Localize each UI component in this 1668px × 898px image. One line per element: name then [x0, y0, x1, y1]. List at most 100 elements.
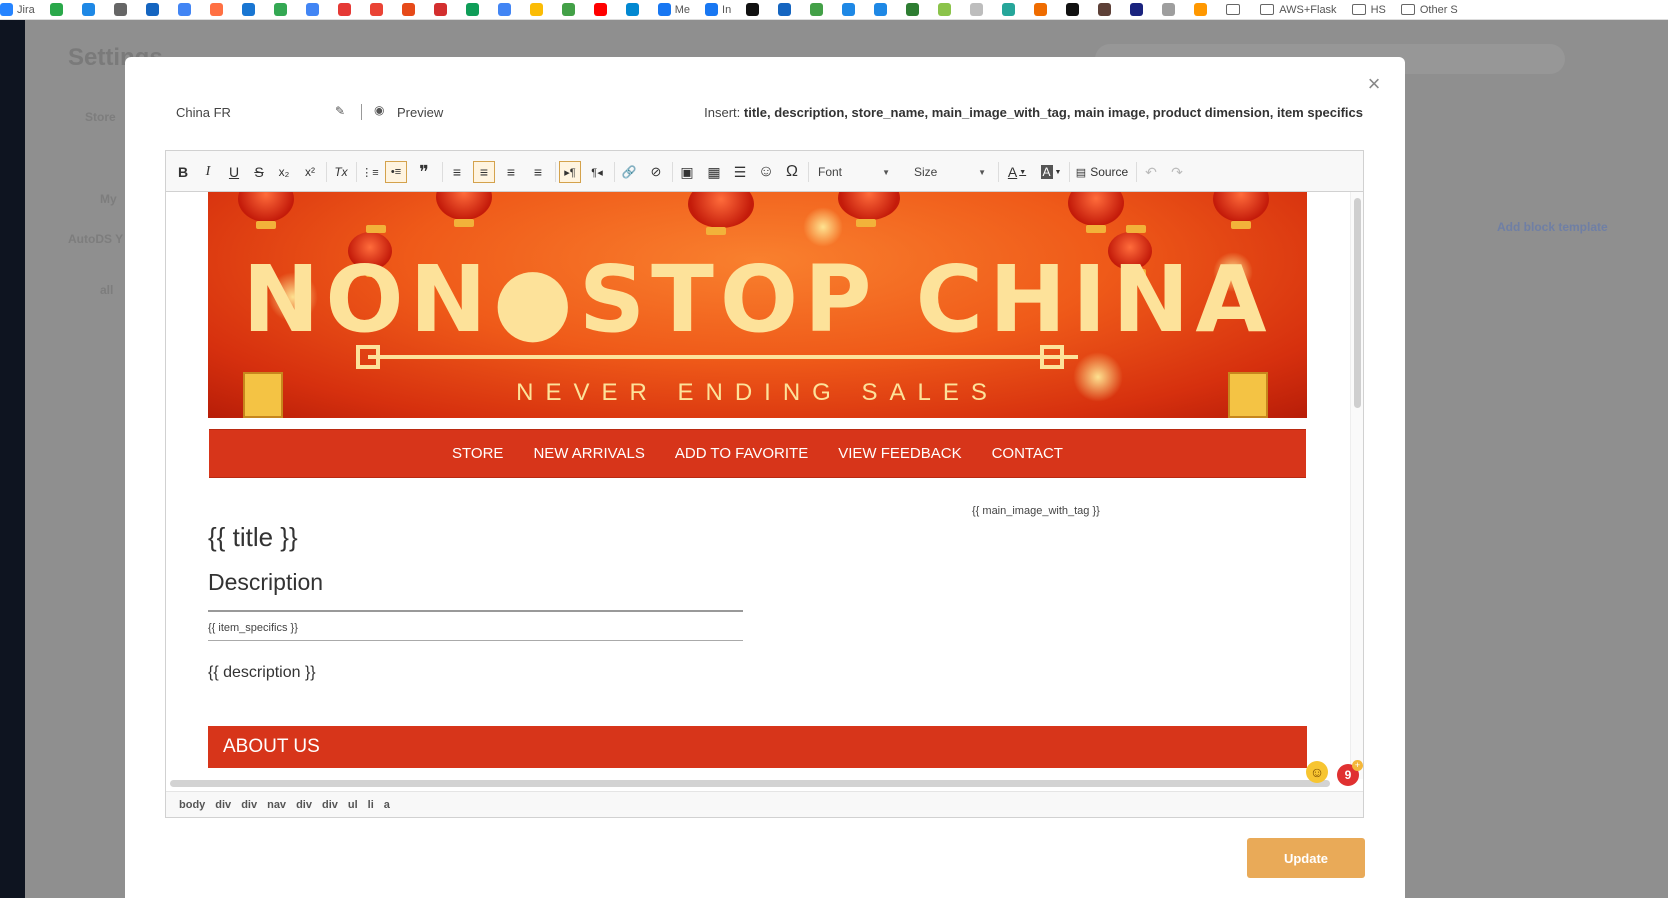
unlink-icon[interactable]: ⊘ — [645, 161, 667, 183]
table-icon[interactable]: ▦ — [703, 161, 725, 183]
bookmark-item[interactable] — [625, 2, 643, 18]
bookmark-item[interactable]: In — [705, 2, 731, 18]
bookmark-item[interactable] — [81, 2, 99, 18]
path-element-li[interactable]: li — [368, 799, 374, 811]
bookmark-item[interactable] — [1162, 2, 1179, 18]
bookmark-item[interactable] — [970, 2, 987, 18]
vertical-scroll-thumb[interactable] — [1354, 198, 1361, 408]
font-size-select[interactable]: Size ▼ — [908, 161, 992, 183]
bookmark-item[interactable] — [1034, 2, 1051, 18]
underline-button[interactable]: U — [223, 161, 245, 183]
font-family-select[interactable]: Font ▼ — [812, 161, 896, 183]
insert-label: Insert: — [704, 105, 741, 120]
bookmark-folder[interactable]: Other S — [1400, 2, 1458, 18]
horizontal-line-icon[interactable]: ☰ — [729, 161, 751, 183]
vertical-scrollbar[interactable] — [1350, 192, 1363, 779]
image-icon[interactable]: ▣ — [676, 161, 698, 183]
bookmark-item[interactable] — [1066, 2, 1083, 18]
text-color-button[interactable]: A ▼ — [1002, 161, 1032, 183]
bookmark-folder[interactable] — [1226, 2, 1245, 18]
source-button[interactable]: ▤ Source — [1073, 161, 1131, 183]
path-element-div[interactable]: div — [322, 799, 338, 811]
bookmark-folder[interactable]: HS — [1351, 2, 1386, 18]
bookmark-item[interactable] — [561, 2, 579, 18]
nav-link-view-feedback[interactable]: VIEW FEEDBACK — [838, 445, 961, 462]
bookmark-item[interactable] — [305, 2, 323, 18]
align-center-button[interactable]: ≡ — [473, 161, 495, 183]
bookmark-item[interactable] — [746, 2, 763, 18]
bookmark-item[interactable] — [593, 2, 611, 18]
align-right-button[interactable]: ≡ — [500, 161, 522, 183]
bookmark-item[interactable] — [1002, 2, 1019, 18]
preview-button[interactable]: Preview — [397, 105, 443, 120]
pencil-icon[interactable]: ✎ — [335, 104, 345, 118]
nav-link-add-to-favorite[interactable]: ADD TO FAVORITE — [675, 445, 808, 462]
bookmark-item[interactable] — [401, 2, 419, 18]
bookmark-item[interactable] — [529, 2, 547, 18]
path-element-ul[interactable]: ul — [348, 799, 358, 811]
eye-icon[interactable]: ◉ — [374, 103, 384, 117]
strikethrough-button[interactable]: S — [248, 161, 270, 183]
bookmark-item[interactable] — [433, 2, 451, 18]
bookmark-item[interactable] — [49, 2, 67, 18]
undo-icon[interactable]: ↶ — [1140, 161, 1162, 183]
bookmark-item[interactable]: Jira — [0, 2, 35, 18]
editor-content[interactable]: NON●STOP CHINA NEVER ENDING SALES STORE … — [166, 192, 1363, 779]
blockquote-button[interactable]: ❞ — [413, 161, 435, 183]
bookmark-item[interactable] — [1098, 2, 1115, 18]
text-direction-ltr-button[interactable]: ▸¶ — [559, 161, 581, 183]
path-element-div[interactable]: div — [296, 799, 312, 811]
update-button[interactable]: Update — [1247, 838, 1365, 878]
close-icon[interactable]: × — [1364, 73, 1384, 95]
numbered-list-button[interactable]: ⋮≡ — [359, 161, 381, 183]
bookmark-item[interactable] — [1194, 2, 1211, 18]
nav-link-new-arrivals[interactable]: NEW ARRIVALS — [533, 445, 644, 462]
bookmark-folder[interactable]: AWS+Flask — [1260, 2, 1337, 18]
justify-button[interactable]: ≡ — [527, 161, 549, 183]
bookmark-item[interactable]: Me — [657, 2, 690, 18]
bookmark-item[interactable] — [273, 2, 291, 18]
insert-fields-list[interactable]: title, description, store_name, main_ima… — [744, 105, 1363, 120]
italic-button[interactable]: I — [197, 161, 219, 183]
bookmark-item[interactable] — [842, 2, 859, 18]
bookmark-item[interactable] — [209, 2, 227, 18]
text-color-icon: A — [1007, 164, 1018, 180]
bookmark-item[interactable] — [906, 2, 923, 18]
path-element-nav[interactable]: nav — [267, 799, 286, 811]
bookmark-item[interactable] — [465, 2, 483, 18]
horizontal-scroll-thumb[interactable] — [170, 780, 1330, 787]
horizontal-scrollbar[interactable] — [170, 779, 1350, 788]
bookmark-item[interactable] — [1130, 2, 1147, 18]
bookmark-item[interactable] — [145, 2, 163, 18]
bookmark-item[interactable] — [337, 2, 355, 18]
bookmark-item[interactable] — [938, 2, 955, 18]
bookmark-item[interactable] — [497, 2, 515, 18]
redo-icon[interactable]: ↷ — [1166, 161, 1188, 183]
background-color-button[interactable]: A ▼ — [1036, 161, 1066, 183]
smiley-icon[interactable]: ☺ — [755, 161, 777, 183]
remove-format-button[interactable]: Tx — [330, 161, 352, 183]
align-left-button[interactable]: ≡ — [446, 161, 468, 183]
template-name[interactable]: China FR — [176, 105, 231, 120]
text-direction-rtl-button[interactable]: ¶◂ — [586, 161, 608, 183]
path-element-div[interactable]: div — [215, 799, 231, 811]
nav-link-contact[interactable]: CONTACT — [992, 445, 1063, 462]
bookmark-item[interactable] — [778, 2, 795, 18]
bookmark-item[interactable] — [874, 2, 891, 18]
bold-button[interactable]: B — [172, 161, 194, 183]
nav-link-store[interactable]: STORE — [452, 445, 503, 462]
link-icon[interactable]: 🔗 — [618, 161, 640, 183]
special-character-icon[interactable]: Ω — [781, 161, 803, 183]
bookmark-item[interactable] — [369, 2, 387, 18]
bookmark-item[interactable] — [241, 2, 259, 18]
bookmark-item[interactable] — [113, 2, 131, 18]
path-element-div[interactable]: div — [241, 799, 257, 811]
bookmark-item[interactable] — [810, 2, 827, 18]
bookmark-item[interactable] — [177, 2, 195, 18]
path-element-body[interactable]: body — [179, 799, 205, 811]
emoji-widget-icon[interactable]: ☺ — [1306, 761, 1328, 783]
bulleted-list-button[interactable]: •≡ — [385, 161, 407, 183]
subscript-button[interactable]: x₂ — [273, 161, 295, 183]
path-element-a[interactable]: a — [384, 799, 390, 811]
superscript-button[interactable]: x² — [299, 161, 321, 183]
